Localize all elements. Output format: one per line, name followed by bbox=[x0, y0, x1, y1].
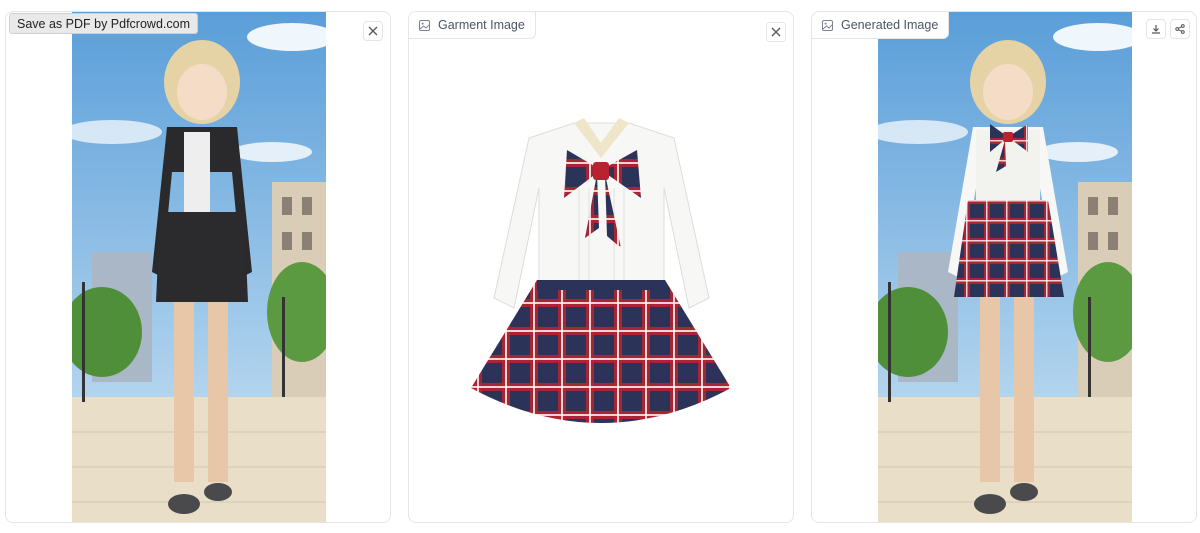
person-image-panel bbox=[5, 11, 391, 523]
save-as-pdf-banner[interactable]: Save as PDF by Pdfcrowd.com bbox=[9, 13, 198, 34]
save-as-pdf-label: Save as PDF by Pdfcrowd.com bbox=[17, 16, 190, 31]
clear-garment-button[interactable] bbox=[766, 22, 786, 42]
person-image bbox=[72, 12, 326, 522]
garment-image-tab: Garment Image bbox=[409, 12, 536, 39]
generated-image-panel: Generated Image bbox=[811, 11, 1197, 523]
garment-image bbox=[409, 38, 793, 522]
clear-person-button[interactable] bbox=[363, 21, 383, 41]
generated-image-label: Generated Image bbox=[841, 18, 939, 32]
share-icon bbox=[1175, 24, 1185, 34]
close-icon bbox=[771, 27, 781, 37]
image-icon bbox=[822, 19, 833, 31]
download-icon bbox=[1152, 25, 1160, 34]
garment-image-label: Garment Image bbox=[438, 18, 525, 32]
close-icon bbox=[368, 26, 378, 36]
image-icon bbox=[419, 19, 430, 31]
generated-image bbox=[878, 12, 1132, 522]
download-button[interactable] bbox=[1146, 19, 1166, 39]
share-button[interactable] bbox=[1170, 19, 1190, 39]
generated-image-tab: Generated Image bbox=[812, 12, 950, 39]
garment-image-panel: Garment Image bbox=[408, 11, 794, 523]
